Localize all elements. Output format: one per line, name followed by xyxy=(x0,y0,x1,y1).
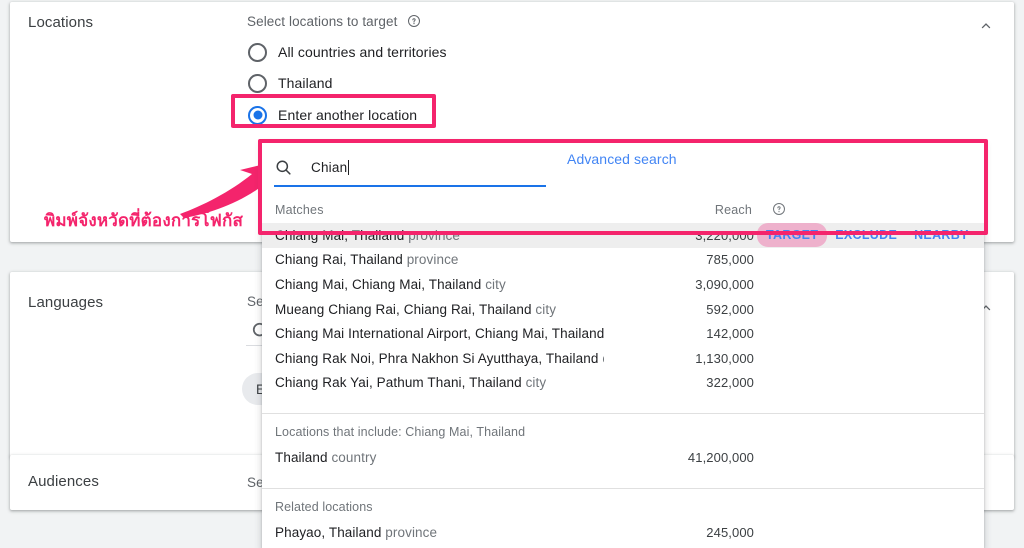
result-kind: city xyxy=(525,375,547,391)
result-reach: 142,000 xyxy=(706,326,754,342)
result-location: Thailand xyxy=(275,449,328,465)
table-row[interactable]: Chiang Mai International Airport, Chiang… xyxy=(262,321,984,346)
result-reach: 245,000 xyxy=(706,524,754,540)
table-row[interactable]: Thailand country 41,200,000 xyxy=(262,445,984,470)
result-kind: province xyxy=(406,252,459,268)
result-name: Thailand country xyxy=(262,450,604,465)
results-column-header: Matches Reach xyxy=(262,196,984,223)
result-name: Chiang Rak Yai, Pathum Thani, Thailand c… xyxy=(262,375,604,390)
advanced-search-link[interactable]: Advanced search xyxy=(567,151,677,167)
help-circle-icon[interactable] xyxy=(772,202,786,216)
result-reach: 3,090,000 xyxy=(695,276,754,292)
result-location: Chiang Rai, Thailand xyxy=(275,252,403,268)
column-reach-label: Reach xyxy=(714,202,752,217)
location-search-text: Chian xyxy=(311,159,348,175)
radio-thailand-label: Thailand xyxy=(278,75,333,91)
result-reach: 785,000 xyxy=(706,252,754,268)
radio-thailand[interactable]: Thailand xyxy=(248,71,333,95)
radio-indicator[interactable] xyxy=(248,73,267,93)
result-kind: city xyxy=(485,276,506,292)
includes-group-label: Locations that include: Chiang Mai, Thai… xyxy=(275,425,526,440)
result-location: Chiang Mai, Thailand xyxy=(275,227,405,243)
result-reach: 41,200,000 xyxy=(687,449,754,465)
table-row[interactable]: Chiang Rak Yai, Pathum Thani, Thailand c… xyxy=(262,371,984,396)
target-button[interactable]: TARGET xyxy=(756,223,828,248)
location-search-value: Chian xyxy=(311,159,350,175)
result-reach: 1,130,000 xyxy=(695,350,754,366)
result-kind: province xyxy=(385,524,438,540)
result-name: Chiang Mai International Airport, Chiang… xyxy=(262,326,604,341)
result-location: Phayao, Thailand xyxy=(275,524,382,540)
text-caret xyxy=(348,159,350,175)
table-row[interactable]: Maha Sarakham, Thailand province 929,000 xyxy=(262,544,984,548)
page-root: Locations Select locations to target All… xyxy=(0,0,1024,548)
result-name: Phayao, Thailand province xyxy=(262,525,604,540)
radio-enter-another-location[interactable]: Enter another location xyxy=(248,103,417,127)
table-row[interactable]: Chiang Rai, Thailand province 785,000 xyxy=(262,248,984,273)
radio-all-countries[interactable]: All countries and territories xyxy=(248,40,447,64)
help-circle-icon[interactable] xyxy=(407,14,421,28)
audiences-card-title: Audiences xyxy=(28,473,99,490)
result-name: Chiang Rak Noi, Phra Nakhon Si Ayutthaya… xyxy=(262,351,604,366)
exclude-button[interactable]: EXCLUDE xyxy=(835,228,897,242)
radio-indicator[interactable] xyxy=(248,42,267,62)
select-locations-text: Select locations to target xyxy=(247,14,398,29)
radio-all-countries-label: All countries and territories xyxy=(278,44,447,60)
select-locations-label: Select locations to target xyxy=(247,14,421,29)
related-group-label: Related locations xyxy=(275,499,373,514)
column-reach-help[interactable] xyxy=(754,202,984,217)
table-row[interactable]: Chiang Rak Noi, Phra Nakhon Si Ayutthaya… xyxy=(262,346,984,371)
nearby-button[interactable]: NEARBY xyxy=(914,228,969,242)
location-search-field[interactable]: Chian xyxy=(274,149,546,187)
result-location: Chiang Mai International Airport, Chiang… xyxy=(275,326,604,342)
column-matches-label: Matches xyxy=(275,202,324,217)
result-reach: 3,220,000 xyxy=(695,227,754,243)
result-name: Chiang Mai, Thailand province xyxy=(262,228,604,243)
result-kind: country xyxy=(331,449,377,465)
chevron-up-icon[interactable] xyxy=(976,16,996,36)
result-name: Chiang Mai, Chiang Mai, Thailand city xyxy=(262,277,604,292)
result-reach: 322,000 xyxy=(706,375,754,391)
result-location: Chiang Rak Noi, Phra Nakhon Si Ayutthaya… xyxy=(275,350,599,366)
table-row[interactable]: Mueang Chiang Rai, Chiang Rai, Thailand … xyxy=(262,297,984,322)
result-kind: province xyxy=(408,227,461,243)
table-row[interactable]: Chiang Mai, Thailand province 3,220,000 … xyxy=(262,223,984,248)
radio-indicator-selected[interactable] xyxy=(248,105,267,125)
table-row[interactable]: Phayao, Thailand province 245,000 xyxy=(262,520,984,545)
result-location: Chiang Rak Yai, Pathum Thani, Thailand xyxy=(275,375,522,391)
result-name: Mueang Chiang Rai, Chiang Rai, Thailand … xyxy=(262,302,604,317)
result-location: Chiang Mai, Chiang Mai, Thailand xyxy=(275,276,482,292)
languages-card-title: Languages xyxy=(28,294,104,311)
radio-enter-another-location-label: Enter another location xyxy=(278,107,418,123)
result-kind: city xyxy=(535,301,557,317)
result-reach: 592,000 xyxy=(706,301,754,317)
result-name: Chiang Rai, Thailand province xyxy=(262,252,604,267)
result-actions: TARGET EXCLUDE NEARBY xyxy=(754,223,984,248)
search-icon xyxy=(274,158,293,177)
result-location: Mueang Chiang Rai, Chiang Rai, Thailand xyxy=(275,301,532,317)
location-search-dropdown: Chian Advanced search Matches Reach Chia… xyxy=(262,143,984,548)
table-row[interactable]: Chiang Mai, Chiang Mai, Thailand city 3,… xyxy=(262,272,984,297)
locations-card-title: Locations xyxy=(28,14,94,31)
